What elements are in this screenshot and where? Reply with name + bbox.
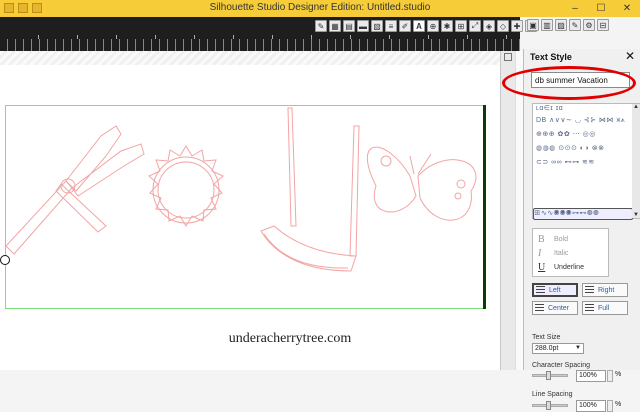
swing-icon <box>260 107 360 272</box>
percent-label: % <box>615 401 622 408</box>
font-item[interactable]: ⊂⊃ ∞∞ ⊷⊶ ≋≋ <box>536 158 628 168</box>
chevron-down-icon: ▼ <box>575 345 581 351</box>
text-style-options: B Bold I Italic U Underline <box>532 228 609 277</box>
scroll-up-icon[interactable]: ▲ <box>632 104 640 110</box>
line-spacing-slider[interactable] <box>532 401 568 410</box>
trace-icon[interactable]: ✚ <box>511 20 523 32</box>
align-left-icon <box>536 285 545 295</box>
ruler-icon[interactable]: ≡ <box>385 20 397 32</box>
font-list[interactable]: ʟɑ∈ɪ ɪɑ DB ∧∨∨∼ ◟◞ ⊰⊱ ⋈⋈ ⩙⩚ ⊕⊕⊕ ✿✿ ⋯ ◎◎ … <box>532 103 640 220</box>
character-spacing-input[interactable]: 100% <box>576 370 606 382</box>
lock-icon[interactable]: ⊟ <box>597 19 609 31</box>
character-spacing-label: Character Spacing <box>532 362 590 369</box>
text-style-icon[interactable]: A <box>413 20 425 32</box>
align-left-button[interactable]: Left <box>532 283 578 297</box>
font-item[interactable]: ◍◍◍ ⊙⊙⊙ ◐◑ ⊗⊗ <box>536 144 628 154</box>
grid-icon[interactable]: ⊞ <box>455 20 467 32</box>
percent-label: % <box>615 371 622 378</box>
design-shapes <box>6 107 477 272</box>
align-full-icon <box>585 303 594 313</box>
line-spacing-label: Line Spacing <box>532 391 573 398</box>
align-right-button[interactable]: Right <box>582 283 628 297</box>
slider-knob[interactable] <box>546 371 551 380</box>
font-item[interactable]: ⊕⊕⊕ ✿✿ ⋯ ◎◎ <box>536 130 628 140</box>
underline-icon: U <box>538 262 546 273</box>
font-item[interactable]: ʟɑ∈ɪ ɪɑ <box>536 104 628 114</box>
panel-title: Text Style <box>530 52 572 62</box>
alignment-buttons: Left Right Center Full <box>532 283 632 317</box>
panel-close-button[interactable]: ✕ <box>625 49 635 63</box>
line-spacing-input[interactable]: 100% <box>576 400 606 412</box>
eraser-icon[interactable]: ✎ <box>315 20 327 32</box>
fill-color-icon[interactable]: ▦ <box>329 20 341 32</box>
line-color-icon[interactable]: ▤ <box>343 20 355 32</box>
sun-icon <box>148 145 224 227</box>
settings-icon[interactable]: ⚙ <box>583 19 595 31</box>
dragonfly-icon <box>6 125 145 255</box>
text-size-label: Text Size <box>532 334 561 341</box>
font-item-selected[interactable]: ꕥ∿∿◉◉◉⊶⊷◍◍ <box>533 208 633 220</box>
italic-option[interactable]: I Italic <box>538 248 568 259</box>
selection-box[interactable] <box>5 105 486 309</box>
font-item[interactable]: DB ∧∨∨∼ ◟◞ ⊰⊱ ⋈⋈ ⩙⩚ <box>536 116 628 126</box>
font-list-scrollbar[interactable]: ▲ ▼ <box>632 104 640 218</box>
send-icon[interactable]: ▨ <box>555 19 567 31</box>
vertical-scrollbar[interactable] <box>515 51 523 370</box>
align-center-button[interactable]: Center <box>532 301 578 315</box>
text-size-select[interactable]: 288.0pt ▼ <box>532 343 584 354</box>
line-style-icon[interactable]: ▬ <box>357 20 369 32</box>
panel-toolbar: ▣ ▥ ▨ ✎ ⚙ ⊟ <box>527 19 609 31</box>
rotate-handle[interactable] <box>0 255 10 265</box>
minimize-button[interactable]: – <box>562 0 588 17</box>
highlight-ring <box>502 66 636 100</box>
library-icon[interactable]: ▥ <box>541 19 553 31</box>
ruler-corner-icon <box>504 53 512 61</box>
vertical-ruler <box>500 51 515 370</box>
modify-icon[interactable]: ◈ <box>483 20 495 32</box>
maximize-button[interactable]: ☐ <box>588 0 614 17</box>
watermark-text: underacherrytree.com <box>228 331 352 346</box>
bold-icon: B <box>538 234 545 245</box>
close-window-button[interactable]: ✕ <box>614 0 640 17</box>
italic-icon: I <box>538 248 542 259</box>
offset-icon[interactable]: ◇ <box>497 20 509 32</box>
underline-option[interactable]: U Underline <box>538 262 584 273</box>
align-full-button[interactable]: Full <box>582 301 628 315</box>
bold-option[interactable]: B Bold <box>538 234 568 245</box>
title-bar: Silhouette Studio Designer Edition: Unti… <box>0 0 640 17</box>
align-center-icon <box>535 303 544 313</box>
main-toolbar: ✎ ▦ ▤ ▬ ▧ ≡ ✐ A ⊕ ✱ ⊞ ⤢ ◈ ◇ ✚ ✂ <box>315 19 537 33</box>
character-spacing-stepper[interactable] <box>607 370 613 382</box>
transform-icon[interactable]: ⤢ <box>469 20 481 32</box>
store-icon[interactable]: ▣ <box>527 19 539 31</box>
align-icon[interactable]: ⊕ <box>427 20 439 32</box>
character-spacing-slider[interactable] <box>532 371 568 380</box>
shadow-icon[interactable]: ▧ <box>371 20 383 32</box>
line-spacing-stepper[interactable] <box>607 400 613 412</box>
window-title: Silhouette Studio Designer Edition: Unti… <box>209 2 431 13</box>
butterfly-icon <box>366 146 477 221</box>
pencil-icon[interactable]: ✎ <box>569 19 581 31</box>
replicate-icon[interactable]: ✱ <box>441 20 453 32</box>
scroll-down-icon[interactable]: ▼ <box>632 212 640 218</box>
align-right-icon <box>585 285 594 295</box>
pen-icon[interactable]: ✐ <box>399 20 411 32</box>
slider-knob[interactable] <box>546 401 551 410</box>
